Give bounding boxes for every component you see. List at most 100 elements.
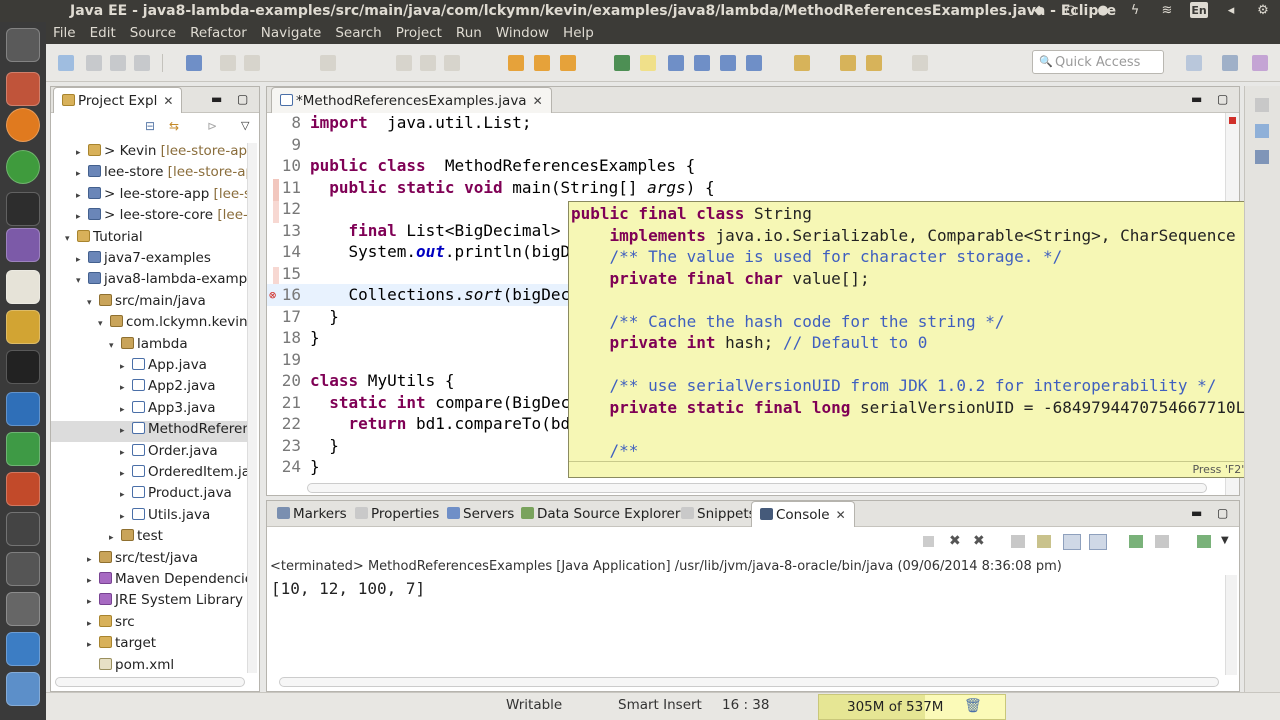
garbage-collect-trash-icon[interactable]: 🗑	[964, 698, 982, 714]
tree-item[interactable]: ▾ Tutorial	[51, 229, 143, 250]
back-icon[interactable]	[840, 55, 856, 71]
chevron-right-icon[interactable]: ▸	[76, 148, 88, 158]
tree-item[interactable]: ▾ java8-lambda-examples	[51, 271, 247, 292]
highlight-icon[interactable]	[640, 55, 656, 71]
settings-icon[interactable]	[6, 592, 40, 626]
tree-item[interactable]: ▸ > lee-store-core [lee-sto	[51, 207, 247, 228]
toggle-mark-icon[interactable]	[186, 55, 202, 71]
chevron-right-icon[interactable]: ▸	[120, 426, 132, 436]
chevron-right-icon[interactable]: ▸	[76, 191, 88, 201]
chevron-right-icon[interactable]: ▸	[120, 469, 132, 479]
impress-icon[interactable]	[6, 472, 40, 506]
chevron-right-icon[interactable]: ▸	[120, 383, 132, 393]
code-line[interactable]: }	[310, 307, 339, 326]
chevron-down-icon[interactable]: ▼	[1221, 535, 1229, 546]
minimize-icon[interactable]: ▬	[211, 92, 222, 106]
code-line[interactable]: public static void main(String[] args) {	[310, 178, 714, 197]
tab-data-source-explorer[interactable]: Data Source Explorer	[513, 501, 688, 527]
chevron-down-icon[interactable]: ▾	[109, 341, 121, 351]
chevron-right-icon[interactable]: ▸	[120, 512, 132, 522]
menu-window[interactable]: Window	[489, 22, 556, 44]
maximize-icon[interactable]: ▢	[237, 92, 248, 106]
tab-properties[interactable]: Properties	[347, 501, 447, 527]
outline-view-icon[interactable]	[1255, 124, 1269, 138]
console-vscrollbar[interactable]	[1225, 575, 1237, 675]
step-back-icon[interactable]	[320, 55, 336, 71]
code-line[interactable]: return bd1.compareTo(bd	[310, 414, 571, 433]
menu-refactor[interactable]: Refactor	[183, 22, 254, 44]
close-icon[interactable]: ✕	[533, 94, 543, 108]
tree-item[interactable]: ▸ Order.java	[51, 443, 218, 464]
clear-console-icon[interactable]	[1011, 535, 1025, 548]
tree-item[interactable]: ▸ MethodReference	[51, 421, 247, 443]
sublime-icon[interactable]	[6, 310, 40, 344]
tree-item[interactable]: ▾ src/main/java	[51, 293, 206, 314]
chevron-down-icon[interactable]: ▾	[65, 234, 77, 244]
tree-item[interactable]: ▸JRE System Library [Ja	[51, 592, 247, 613]
tree-item[interactable]: ▸ Maven Dependencies	[51, 571, 247, 592]
tab-console[interactable]: Console ✕	[751, 501, 855, 527]
text-editor-icon[interactable]	[6, 270, 40, 304]
filter-icon[interactable]: ⊳	[207, 119, 217, 133]
open-perspective-icon[interactable]	[1186, 55, 1202, 71]
tree-item[interactable]: ▸ App2.java	[51, 378, 216, 399]
minimize-icon[interactable]: ▬	[1191, 506, 1202, 520]
code-line[interactable]: public class MethodReferencesExamples {	[310, 156, 695, 175]
open-console-icon[interactable]	[1197, 535, 1211, 548]
tree-item[interactable]: ▸ lee-store [lee-store-app	[51, 164, 247, 185]
record-icon[interactable]: ●	[1094, 2, 1112, 18]
wifi-icon[interactable]: ≋	[1158, 2, 1176, 18]
chevron-down-icon[interactable]: ▾	[76, 276, 88, 286]
tree-item[interactable]: ▸ Utils.java	[51, 507, 210, 528]
debug-icon[interactable]	[614, 55, 630, 71]
menu-file[interactable]: File	[46, 22, 83, 44]
forward-icon[interactable]	[866, 55, 882, 71]
code-line[interactable]: }	[310, 457, 320, 476]
settings-gear-icon[interactable]: ⚙	[1254, 2, 1272, 18]
menu-navigate[interactable]: Navigate	[254, 22, 329, 44]
firefox-icon[interactable]	[6, 108, 40, 142]
camera-icon[interactable]	[6, 512, 40, 546]
menu-edit[interactable]: Edit	[83, 22, 123, 44]
restore-icon[interactable]	[1255, 98, 1269, 112]
hierarchy-icon[interactable]	[694, 55, 710, 71]
minimize-icon[interactable]: ▬	[1191, 92, 1202, 106]
chevron-right-icon[interactable]: ▸	[87, 640, 99, 650]
code-line[interactable]: static int compare(BigDec	[310, 393, 570, 412]
screen-recorder-icon[interactable]	[6, 552, 40, 586]
files-icon[interactable]	[6, 72, 40, 106]
code-line[interactable]: System.out.println(bigDe	[310, 242, 580, 261]
trash-icon[interactable]	[6, 672, 40, 706]
terminal-icon[interactable]	[6, 350, 40, 384]
save-all-icon[interactable]	[110, 55, 126, 71]
resume-icon[interactable]	[396, 55, 412, 71]
code-line[interactable]: final List<BigDecimal>	[310, 221, 561, 240]
java-perspective-icon[interactable]	[1252, 55, 1268, 71]
terminate-icon[interactable]	[444, 55, 460, 71]
print-icon[interactable]	[134, 55, 150, 71]
tree-item[interactable]: ▸ App.java	[51, 357, 207, 378]
chevron-right-icon[interactable]: ▸	[76, 169, 88, 179]
chevron-down-icon[interactable]: ▾	[87, 298, 99, 308]
explorer-hscrollbar[interactable]	[55, 677, 245, 687]
writer-icon[interactable]	[6, 392, 40, 426]
display-selected-console-icon[interactable]	[1155, 535, 1169, 548]
tree-item[interactable]: ▸ test	[51, 528, 163, 549]
link-editor-icon[interactable]: ⇆	[169, 119, 179, 133]
tree-item[interactable]: ▸ > Kevin [lee-store-app kev	[51, 143, 247, 164]
chevron-right-icon[interactable]: ▸	[76, 212, 88, 222]
menu-project[interactable]: Project	[389, 22, 449, 44]
open-type-icon[interactable]	[534, 55, 550, 71]
tab-method-references-examples[interactable]: *MethodReferencesExamples.java ✕	[271, 87, 552, 113]
menu-source[interactable]: Source	[123, 22, 183, 44]
task-icon[interactable]	[746, 55, 762, 71]
outline-icon[interactable]	[668, 55, 684, 71]
scroll-lock-icon[interactable]	[1037, 535, 1051, 548]
chevron-right-icon[interactable]: ▸	[120, 490, 132, 500]
chevron-right-icon[interactable]: ▸	[87, 576, 99, 586]
chrome-icon[interactable]	[6, 150, 40, 184]
error-overview-marker[interactable]	[1229, 117, 1236, 124]
tab-project-explorer[interactable]: Project Expl ✕	[53, 87, 183, 113]
code-line[interactable]: }	[310, 436, 339, 455]
tree-item[interactable]: ▸ java7-examples	[51, 250, 211, 271]
